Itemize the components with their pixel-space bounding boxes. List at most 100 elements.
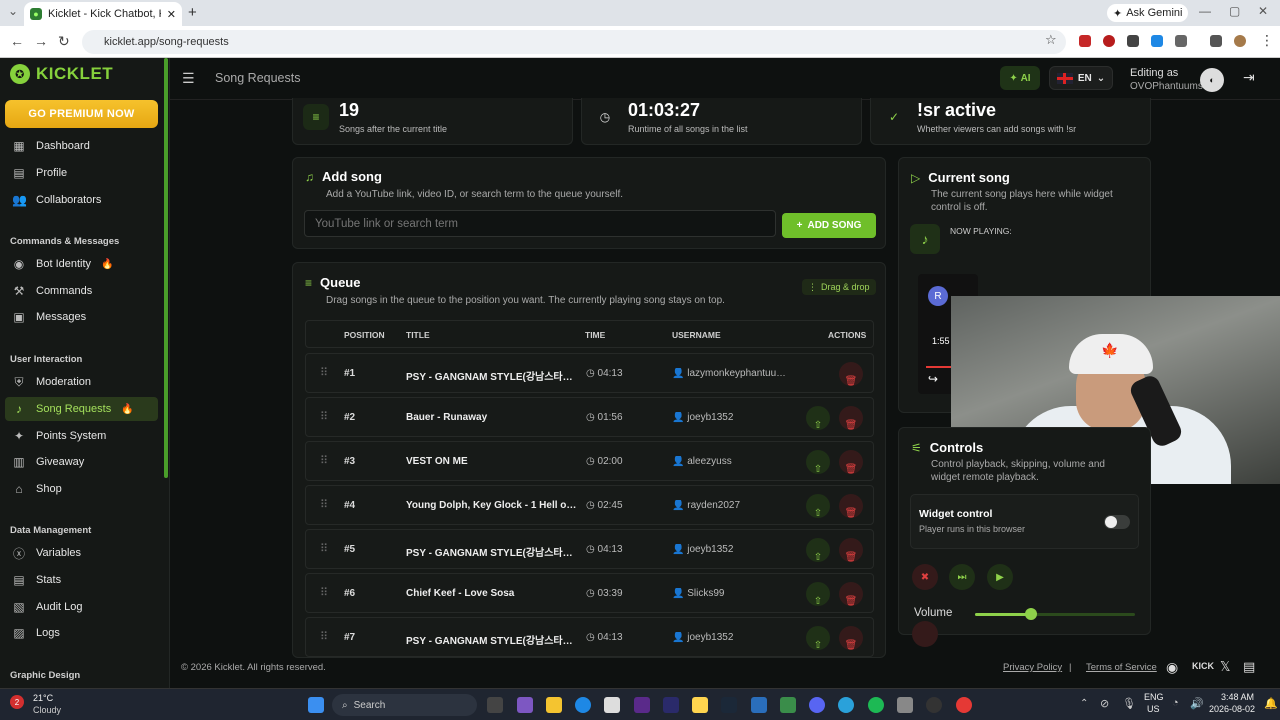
language-selector[interactable]: EN ⌄ <box>1049 66 1113 90</box>
sidebar-scrollbar[interactable] <box>164 58 168 478</box>
queue-row[interactable]: ⠿ #1 PSY - GANGNAM STYLE(강남스타일) M/V ◷ 04… <box>305 353 874 393</box>
app-icon[interactable] <box>751 697 767 713</box>
copilot-icon[interactable] <box>517 697 533 713</box>
weather-widget[interactable]: 2 <box>10 693 32 715</box>
queue-row[interactable]: ⠿ #4 Young Dolph, Key Glock - 1 Hell of … <box>305 485 874 525</box>
ai-button[interactable]: ✦ AI <box>1000 66 1040 90</box>
stop-button[interactable] <box>912 621 938 647</box>
reload-icon[interactable]: ↻ <box>58 33 70 50</box>
queue-row[interactable]: ⠿ #7 PSY - GANGNAM STYLE(강남스타일) M/V ◷ 04… <box>305 617 874 657</box>
close-tab-icon[interactable]: ✕ <box>167 8 176 21</box>
x-twitter-icon[interactable]: 𝕏 <box>1220 659 1230 675</box>
song-search-input[interactable] <box>304 210 776 237</box>
sidebar-item-profile[interactable]: ▤ Profile <box>5 161 158 185</box>
sidebar-item-collaborators[interactable]: 👥 Collaborators <box>5 188 158 212</box>
sidebar-item-commands[interactable]: ⚒ Commands <box>5 279 158 303</box>
app-icon[interactable] <box>780 697 796 713</box>
region-indicator[interactable]: US <box>1147 704 1160 714</box>
document-icon[interactable]: ▤ <box>1243 659 1255 675</box>
volume-slider[interactable] <box>975 608 1135 620</box>
play-button[interactable]: ▶ <box>987 564 1013 590</box>
browser-menu-icon[interactable]: ⋮ <box>1260 32 1274 49</box>
volume-knob[interactable] <box>1025 608 1037 620</box>
file-explorer-icon[interactable] <box>546 697 562 713</box>
delete-song-button[interactable]: 🗑 <box>839 494 863 519</box>
move-up-button[interactable]: ⇧ <box>806 582 830 607</box>
user-avatar[interactable]: ◐ <box>1200 68 1224 92</box>
windows-start-icon[interactable] <box>308 697 324 713</box>
delete-song-button[interactable]: 🗑 <box>839 406 863 431</box>
extension-icon[interactable] <box>1103 35 1115 47</box>
sidebar-item-points-system[interactable]: ✦ Points System <box>5 424 158 448</box>
minimize-icon[interactable]: — <box>1199 4 1211 18</box>
extension-icon[interactable] <box>1079 35 1091 47</box>
edge-icon[interactable] <box>575 697 591 713</box>
chevron-up-icon[interactable]: ⌃ <box>1080 698 1088 709</box>
menu-toggle-icon[interactable]: ☰ <box>182 70 195 87</box>
notification-icon[interactable]: 🔔 <box>1264 697 1278 710</box>
obs-icon[interactable] <box>926 697 942 713</box>
back-icon[interactable]: ← <box>10 33 24 49</box>
discord-icon[interactable]: ◉ <box>1166 659 1178 676</box>
brand-logo[interactable]: ✪ KICKLET <box>10 64 113 84</box>
delete-song-button[interactable]: 🗑 <box>839 582 863 607</box>
url-field[interactable]: kicklet.app/song-requests <box>82 30 1066 54</box>
spotify-icon[interactable] <box>868 697 884 713</box>
share-icon[interactable]: ↪ <box>928 372 938 386</box>
delete-song-button[interactable]: 🗑 <box>839 538 863 563</box>
drag-handle-icon[interactable]: ⠿ <box>320 454 328 467</box>
volume-icon[interactable]: 🔊 <box>1190 697 1204 710</box>
stop-button[interactable]: ✖ <box>912 564 938 590</box>
drag-handle-icon[interactable]: ⠿ <box>320 366 328 379</box>
steam-icon[interactable] <box>721 697 737 713</box>
lang-indicator[interactable]: ENG <box>1144 692 1164 702</box>
extensions-puzzle-icon[interactable] <box>1175 35 1187 47</box>
queue-row[interactable]: ⠿ #6 Chief Keef - Love Sosa ◷ 03:39 👤 Sl… <box>305 573 874 613</box>
sidebar-item-giveaway[interactable]: ▥ Giveaway <box>5 450 158 474</box>
app-icon[interactable] <box>897 697 913 713</box>
delete-song-button[interactable]: 🗑 <box>839 450 863 475</box>
telegram-icon[interactable] <box>838 697 854 713</box>
sidebar-item-audit-log[interactable]: ▧ Audit Log <box>5 595 158 619</box>
app-icon[interactable] <box>634 697 650 713</box>
browser-tab[interactable]: ● Kicklet - Kick Chatbot, Kick Wid ✕ <box>24 2 182 26</box>
reading-list-icon[interactable] <box>1210 35 1222 47</box>
queue-row[interactable]: ⠿ #5 PSY - GANGNAM STYLE(강남스타일) M/V ◷ 04… <box>305 529 874 569</box>
add-song-button[interactable]: + ADD SONG <box>782 213 876 238</box>
queue-row[interactable]: ⠿ #3 VEST ON ME ◷ 02:00 👤 aleezyuss ⇧ 🗑 <box>305 441 874 481</box>
network-icon[interactable]: ⊘ <box>1100 697 1109 710</box>
sidebar-item-messages[interactable]: ▣ Messages <box>5 305 158 329</box>
profile-avatar-icon[interactable] <box>1234 35 1246 47</box>
sidebar-item-logs[interactable]: ▨ Logs <box>5 621 158 645</box>
move-up-button[interactable]: ⇧ <box>806 450 830 475</box>
extension-icon[interactable] <box>1127 35 1139 47</box>
new-tab-icon[interactable]: + <box>188 4 197 21</box>
sidebar-item-variables[interactable]: ⓧ Variables <box>5 541 158 565</box>
drag-handle-icon[interactable]: ⠿ <box>320 410 328 423</box>
task-view-icon[interactable] <box>487 697 503 713</box>
premiere-icon[interactable] <box>663 697 679 713</box>
kick-icon[interactable]: KICK <box>1192 661 1214 671</box>
sidebar-item-bot-identity[interactable]: ◉ Bot Identity 🔥 <box>5 252 158 276</box>
sidebar-item-song-requests[interactable]: ♪ Song Requests 🔥 <box>5 397 158 421</box>
sidebar-item-moderation[interactable]: ⛨ Moderation <box>5 370 158 394</box>
skip-button[interactable]: ⏭ <box>949 564 975 590</box>
discord-icon[interactable] <box>809 697 825 713</box>
forward-icon[interactable]: → <box>34 33 48 49</box>
move-up-button[interactable]: ⇧ <box>806 494 830 519</box>
wifi-icon[interactable]: ◔ <box>1172 697 1179 709</box>
go-premium-button[interactable]: GO PREMIUM NOW <box>5 100 158 128</box>
delete-song-button[interactable]: 🗑 <box>839 362 863 387</box>
taskbar-search[interactable]: ⌕ Search <box>332 694 477 716</box>
extension-icon[interactable] <box>1151 35 1163 47</box>
delete-song-button[interactable]: 🗑 <box>839 626 863 651</box>
close-window-icon[interactable]: ✕ <box>1258 4 1268 18</box>
app-icon[interactable] <box>692 697 708 713</box>
bookmark-star-icon[interactable]: ☆ <box>1045 32 1057 48</box>
tab-list-icon[interactable]: ⌄ <box>8 4 18 18</box>
mic-icon[interactable]: 🎙 <box>1122 697 1136 710</box>
restore-icon[interactable]: ▢ <box>1229 4 1240 18</box>
move-up-button[interactable]: ⇧ <box>806 406 830 431</box>
sidebar-item-shop[interactable]: ⌂ Shop <box>5 477 158 501</box>
widget-control-toggle[interactable] <box>1104 515 1130 529</box>
